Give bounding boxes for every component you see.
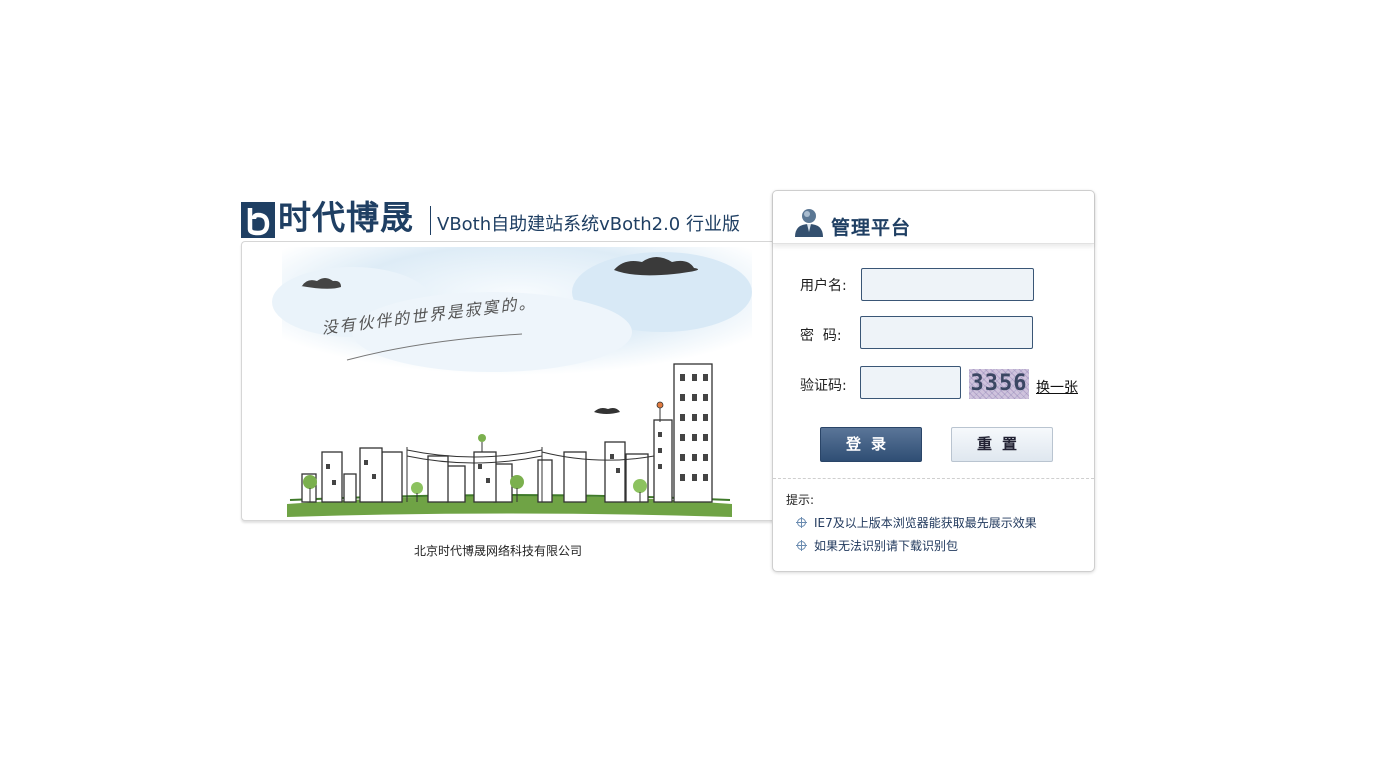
refresh-captcha-link[interactable]: 换一张 xyxy=(1036,377,1078,397)
password-input[interactable] xyxy=(860,316,1033,349)
admin-user-icon xyxy=(795,209,823,237)
tip-text: 如果无法识别请下载识别包 xyxy=(814,539,959,553)
login-button[interactable]: 登录 xyxy=(820,427,922,462)
company-name: 北京时代博晟网络科技有限公司 xyxy=(413,544,582,558)
tip-text: IE7及以上版本浏览器能获取最先展示效果 xyxy=(814,516,1037,530)
password-label: 密 码: xyxy=(800,328,842,344)
divider xyxy=(773,478,1094,479)
username-input[interactable] xyxy=(861,268,1034,301)
captcha-image[interactable]: 3356 xyxy=(969,369,1029,399)
brand-name: 时代博晟 xyxy=(278,198,414,237)
captcha-input[interactable] xyxy=(860,366,961,399)
brand-subtitle: VBoth自助建站系统vBoth2.0 行业版 xyxy=(437,214,740,235)
captcha-label: 验证码: xyxy=(800,378,847,394)
login-panel: 管理平台 用户名: 密 码: 验证码: 3356 换一张 登录 重置 提示: I… xyxy=(772,190,1095,572)
tips-label: 提示: xyxy=(786,493,815,507)
illustration-panel: 没有伙伴的世界是寂寞的。 xyxy=(241,241,774,521)
login-header: 管理平台 xyxy=(773,191,1094,244)
logo-icon xyxy=(241,202,275,238)
tip-item: IE7及以上版本浏览器能获取最先展示效果 xyxy=(796,514,1037,531)
brand-header: 时代博晟 VBoth自助建站系统vBoth2.0 行业版 xyxy=(240,198,772,240)
captcha-text: 3356 xyxy=(970,371,1028,396)
brand-divider xyxy=(430,206,431,235)
reset-button[interactable]: 重置 xyxy=(951,427,1053,462)
city-illustration xyxy=(272,247,752,517)
tip-item: 如果无法识别请下载识别包 xyxy=(796,537,958,554)
crosshair-icon xyxy=(796,540,807,551)
username-label: 用户名: xyxy=(800,278,847,294)
login-title: 管理平台 xyxy=(831,217,912,239)
crosshair-icon xyxy=(796,517,807,528)
